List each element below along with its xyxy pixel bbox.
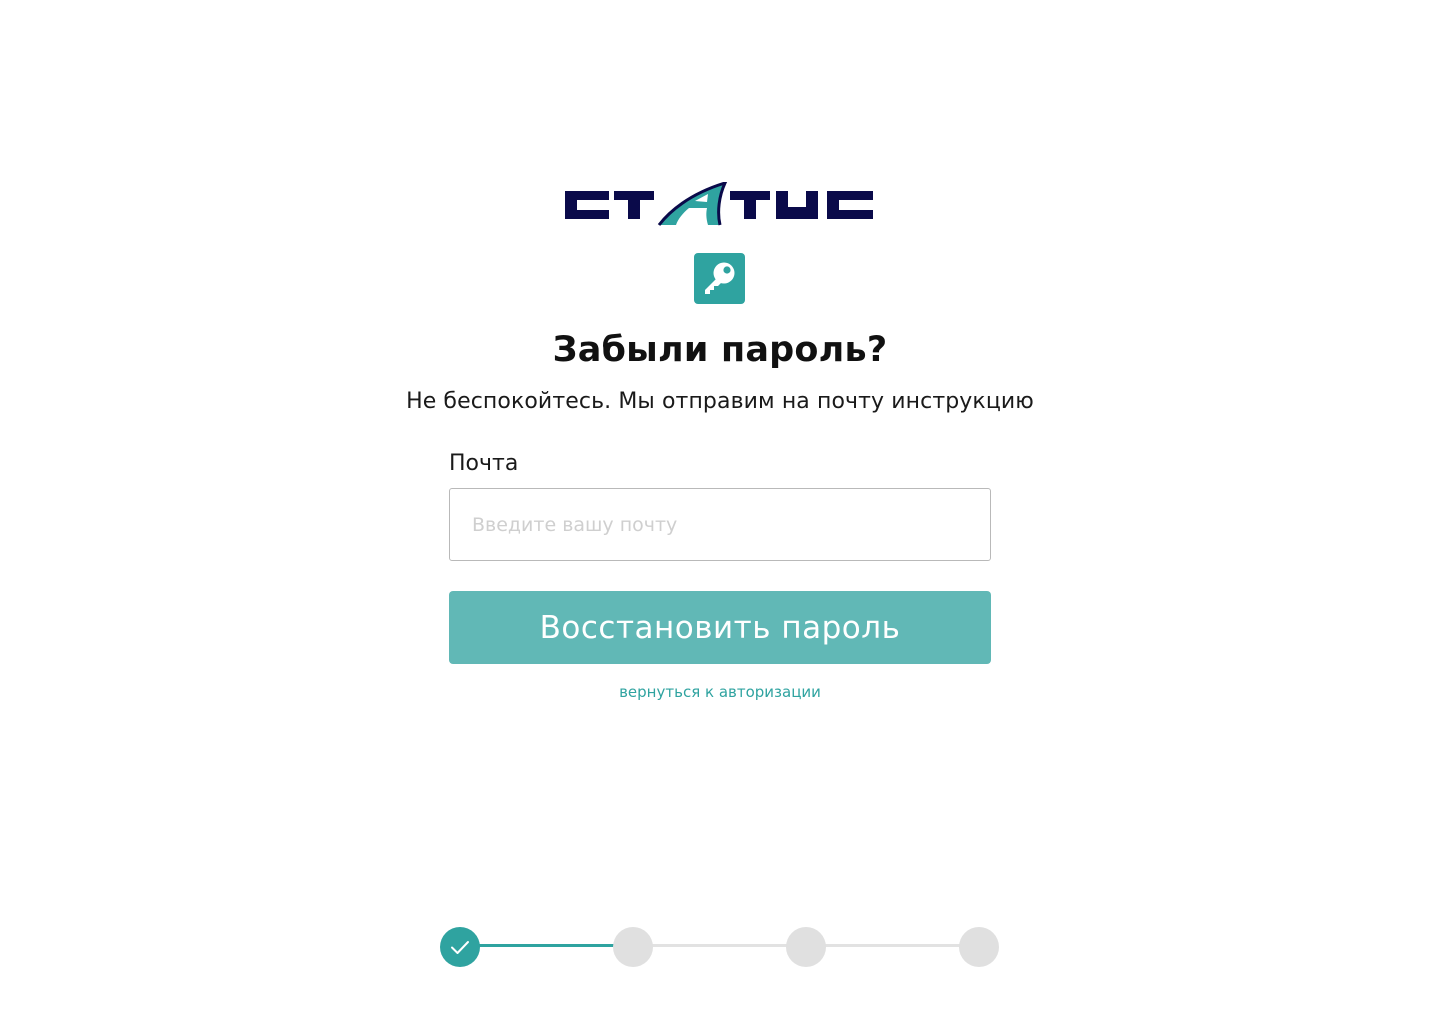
page-subtitle: Не беспокойтесь. Мы отправим на почту ин…: [406, 389, 1034, 414]
step-connector-1: [478, 944, 615, 947]
check-icon: [451, 941, 469, 954]
key-icon: [694, 253, 745, 304]
restore-password-button[interactable]: Восстановить пароль: [449, 591, 991, 664]
key-icon-graphic: [705, 262, 735, 294]
step-1-completed: [440, 927, 480, 967]
status-logo: [565, 180, 875, 228]
back-to-login-link[interactable]: вернуться к авторизации: [0, 683, 1440, 701]
email-field-label: Почта: [449, 451, 519, 476]
email-field[interactable]: [449, 488, 991, 561]
status-logo-mark: [565, 180, 873, 226]
step-3: [786, 927, 826, 967]
step-connector-2: [651, 944, 788, 947]
page-title: Забыли пароль?: [552, 330, 888, 370]
step-4: [959, 927, 999, 967]
step-2: [613, 927, 653, 967]
step-connector-3: [824, 944, 961, 947]
forgot-password-page: Забыли пароль? Не беспокойтесь. Мы отпра…: [0, 0, 1440, 1024]
